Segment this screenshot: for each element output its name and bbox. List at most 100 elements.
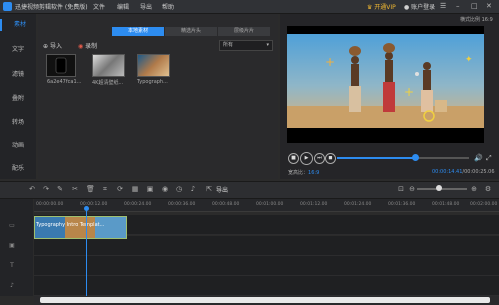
close-icon[interactable]: ✕ — [486, 2, 492, 11]
stop-button[interactable]: ■ — [288, 153, 299, 164]
menu-export[interactable]: 导出 — [140, 2, 152, 11]
record-button[interactable]: ◉ 录制 — [78, 41, 97, 50]
track-overlay[interactable] — [34, 236, 499, 256]
track-text[interactable] — [34, 256, 499, 276]
aspect-ratio-readout: 宽高比：16:9 — [288, 169, 319, 176]
time-readout: 00:00:14.41/00:00:25.06 — [432, 169, 495, 175]
tick-label: 00:00:36.00 — [168, 202, 196, 207]
sidebar-item-transition[interactable]: 转场 — [0, 117, 36, 129]
tick-label: 00:02:00.00 — [470, 202, 498, 207]
ratio-value[interactable]: 16:9 — [308, 170, 319, 176]
zoom-slider-knob[interactable] — [436, 185, 442, 191]
video-preview: + + ✦ — [287, 26, 484, 143]
menu-file[interactable]: 文件 — [93, 2, 105, 11]
mosaic-icon[interactable]: ▦ — [131, 185, 139, 193]
tick-label: 00:01:00.00 — [256, 202, 284, 207]
next-frame-button[interactable]: ⏭ — [314, 153, 325, 164]
volume-icon[interactable]: 🔊 — [474, 154, 483, 162]
import-label: 导入 — [49, 43, 62, 50]
track-headers — [0, 199, 33, 296]
delete-icon[interactable]: 🗑 — [86, 185, 95, 193]
settings-icon[interactable]: ⚙ — [484, 185, 492, 193]
speed-icon[interactable]: ⟳ — [116, 185, 124, 193]
record-label: 录制 — [85, 43, 98, 50]
tick-label: 00:01:48.00 — [432, 202, 460, 207]
chevron-down-icon: ▾ — [266, 42, 269, 48]
filter-value: 所有 — [223, 42, 234, 48]
svg-text:+: + — [325, 55, 335, 69]
svg-text:✦: ✦ — [465, 55, 473, 65]
sidebar-item-media[interactable]: 素材 — [0, 19, 38, 31]
media-panel — [38, 14, 278, 179]
minimize-icon[interactable]: – — [456, 2, 460, 11]
clip-label: Typography Intro Templat... — [36, 222, 105, 228]
export-icon[interactable]: ⇱ — [205, 185, 213, 193]
time-current: 00:00:14.41 — [432, 169, 463, 175]
vip-button[interactable]: ♛ 开通VIP — [367, 2, 396, 11]
sidebar-item-animation[interactable]: 动画 — [0, 140, 36, 152]
sidebar-item-overlay[interactable]: 叠附 — [0, 93, 36, 105]
audio-icon[interactable]: ♪ — [189, 185, 197, 193]
menu-help[interactable]: 帮助 — [162, 2, 174, 11]
playhead-handle[interactable] — [84, 206, 89, 211]
track-audio[interactable] — [34, 276, 499, 296]
screenshot-button[interactable]: ◼ — [325, 153, 336, 164]
media-thumb-label-1: 6a2e47fca1... — [47, 79, 82, 85]
media-thumb-1[interactable] — [46, 54, 76, 77]
zoom-out-icon[interactable]: ⊖ — [408, 185, 416, 193]
export-button[interactable]: 导出 — [216, 185, 228, 194]
edit-icon[interactable]: ✎ — [56, 185, 64, 193]
media-thumb-label-3: Typograph... — [137, 79, 168, 85]
tick-label: 00:00:24.00 — [124, 202, 152, 207]
record-voice-icon[interactable]: ◉ — [161, 185, 169, 193]
music-track-icon: ♪ — [10, 282, 14, 289]
app-title: 迅捷视频剪辑软件 (免费版) — [15, 4, 88, 11]
tick-label: 00:01:36.00 — [388, 202, 416, 207]
crop-icon[interactable]: ⌗ — [101, 185, 109, 193]
maximize-icon[interactable]: □ — [471, 2, 478, 11]
media-thumb-2[interactable] — [92, 54, 125, 77]
menu-edit[interactable]: 编辑 — [117, 2, 129, 11]
duration-icon[interactable]: ◷ — [175, 185, 183, 193]
tick-label: 00:01:24.00 — [344, 202, 372, 207]
playhead[interactable] — [86, 207, 87, 298]
text-track-icon: T — [10, 262, 14, 269]
ratio-label: 宽高比： — [288, 170, 309, 176]
tick-label: 00:01:12.00 — [300, 202, 328, 207]
play-button[interactable]: ▶ — [300, 152, 313, 165]
video-frame-image: + + ✦ — [287, 34, 484, 128]
time-total: 00:00:25.06 — [464, 169, 495, 175]
split-icon[interactable]: ✂ — [71, 185, 79, 193]
tab-local-media[interactable]: 本地素材 — [112, 27, 164, 36]
svg-text:+: + — [404, 85, 414, 99]
phone-thumb-image — [55, 57, 67, 74]
tab-intros[interactable]: 精选片头 — [165, 27, 217, 36]
progress-knob[interactable] — [411, 154, 419, 161]
zoom-fit-icon[interactable]: ⊡ — [397, 185, 405, 193]
fullscreen-icon[interactable]: ⤢ — [486, 154, 492, 163]
tick-label: 00:00:00.00 — [36, 202, 64, 207]
timeline-scrollbar-thumb[interactable] — [40, 297, 490, 303]
tick-label: 00:00:48.00 — [212, 202, 240, 207]
vip-label: 开通VIP — [374, 4, 396, 11]
freeze-icon[interactable]: ▣ — [146, 185, 154, 193]
sidebar-item-text[interactable]: 文字 — [0, 44, 36, 56]
overlay-track-icon: ▣ — [9, 242, 15, 249]
zoom-in-icon[interactable]: ⊕ — [470, 185, 478, 193]
login-label: 账户登录 — [411, 4, 436, 11]
video-track-icon: ▭ — [9, 222, 15, 229]
sidebar-item-music[interactable]: 配乐 — [0, 163, 36, 175]
redo-icon[interactable]: ↷ — [42, 185, 50, 193]
menu-icon[interactable]: ☰ — [440, 2, 446, 11]
login-button[interactable]: ● 账户登录 — [404, 2, 435, 11]
media-thumb-3[interactable] — [137, 54, 170, 77]
filter-dropdown[interactable]: 所有 ▾ — [219, 40, 273, 51]
tab-layers[interactable]: 层级片片 — [218, 27, 270, 36]
app-logo-icon — [3, 2, 12, 11]
media-thumb-label-2: 4K超清壁纸... — [92, 80, 124, 86]
undo-icon[interactable]: ↶ — [28, 185, 36, 193]
aspect-label: 横式比例 16:9 — [460, 17, 493, 23]
zoom-slider[interactable] — [417, 188, 467, 190]
import-button[interactable]: ⊕ 导入 — [43, 41, 62, 50]
sidebar-item-filter[interactable]: 滤镜 — [0, 69, 36, 81]
